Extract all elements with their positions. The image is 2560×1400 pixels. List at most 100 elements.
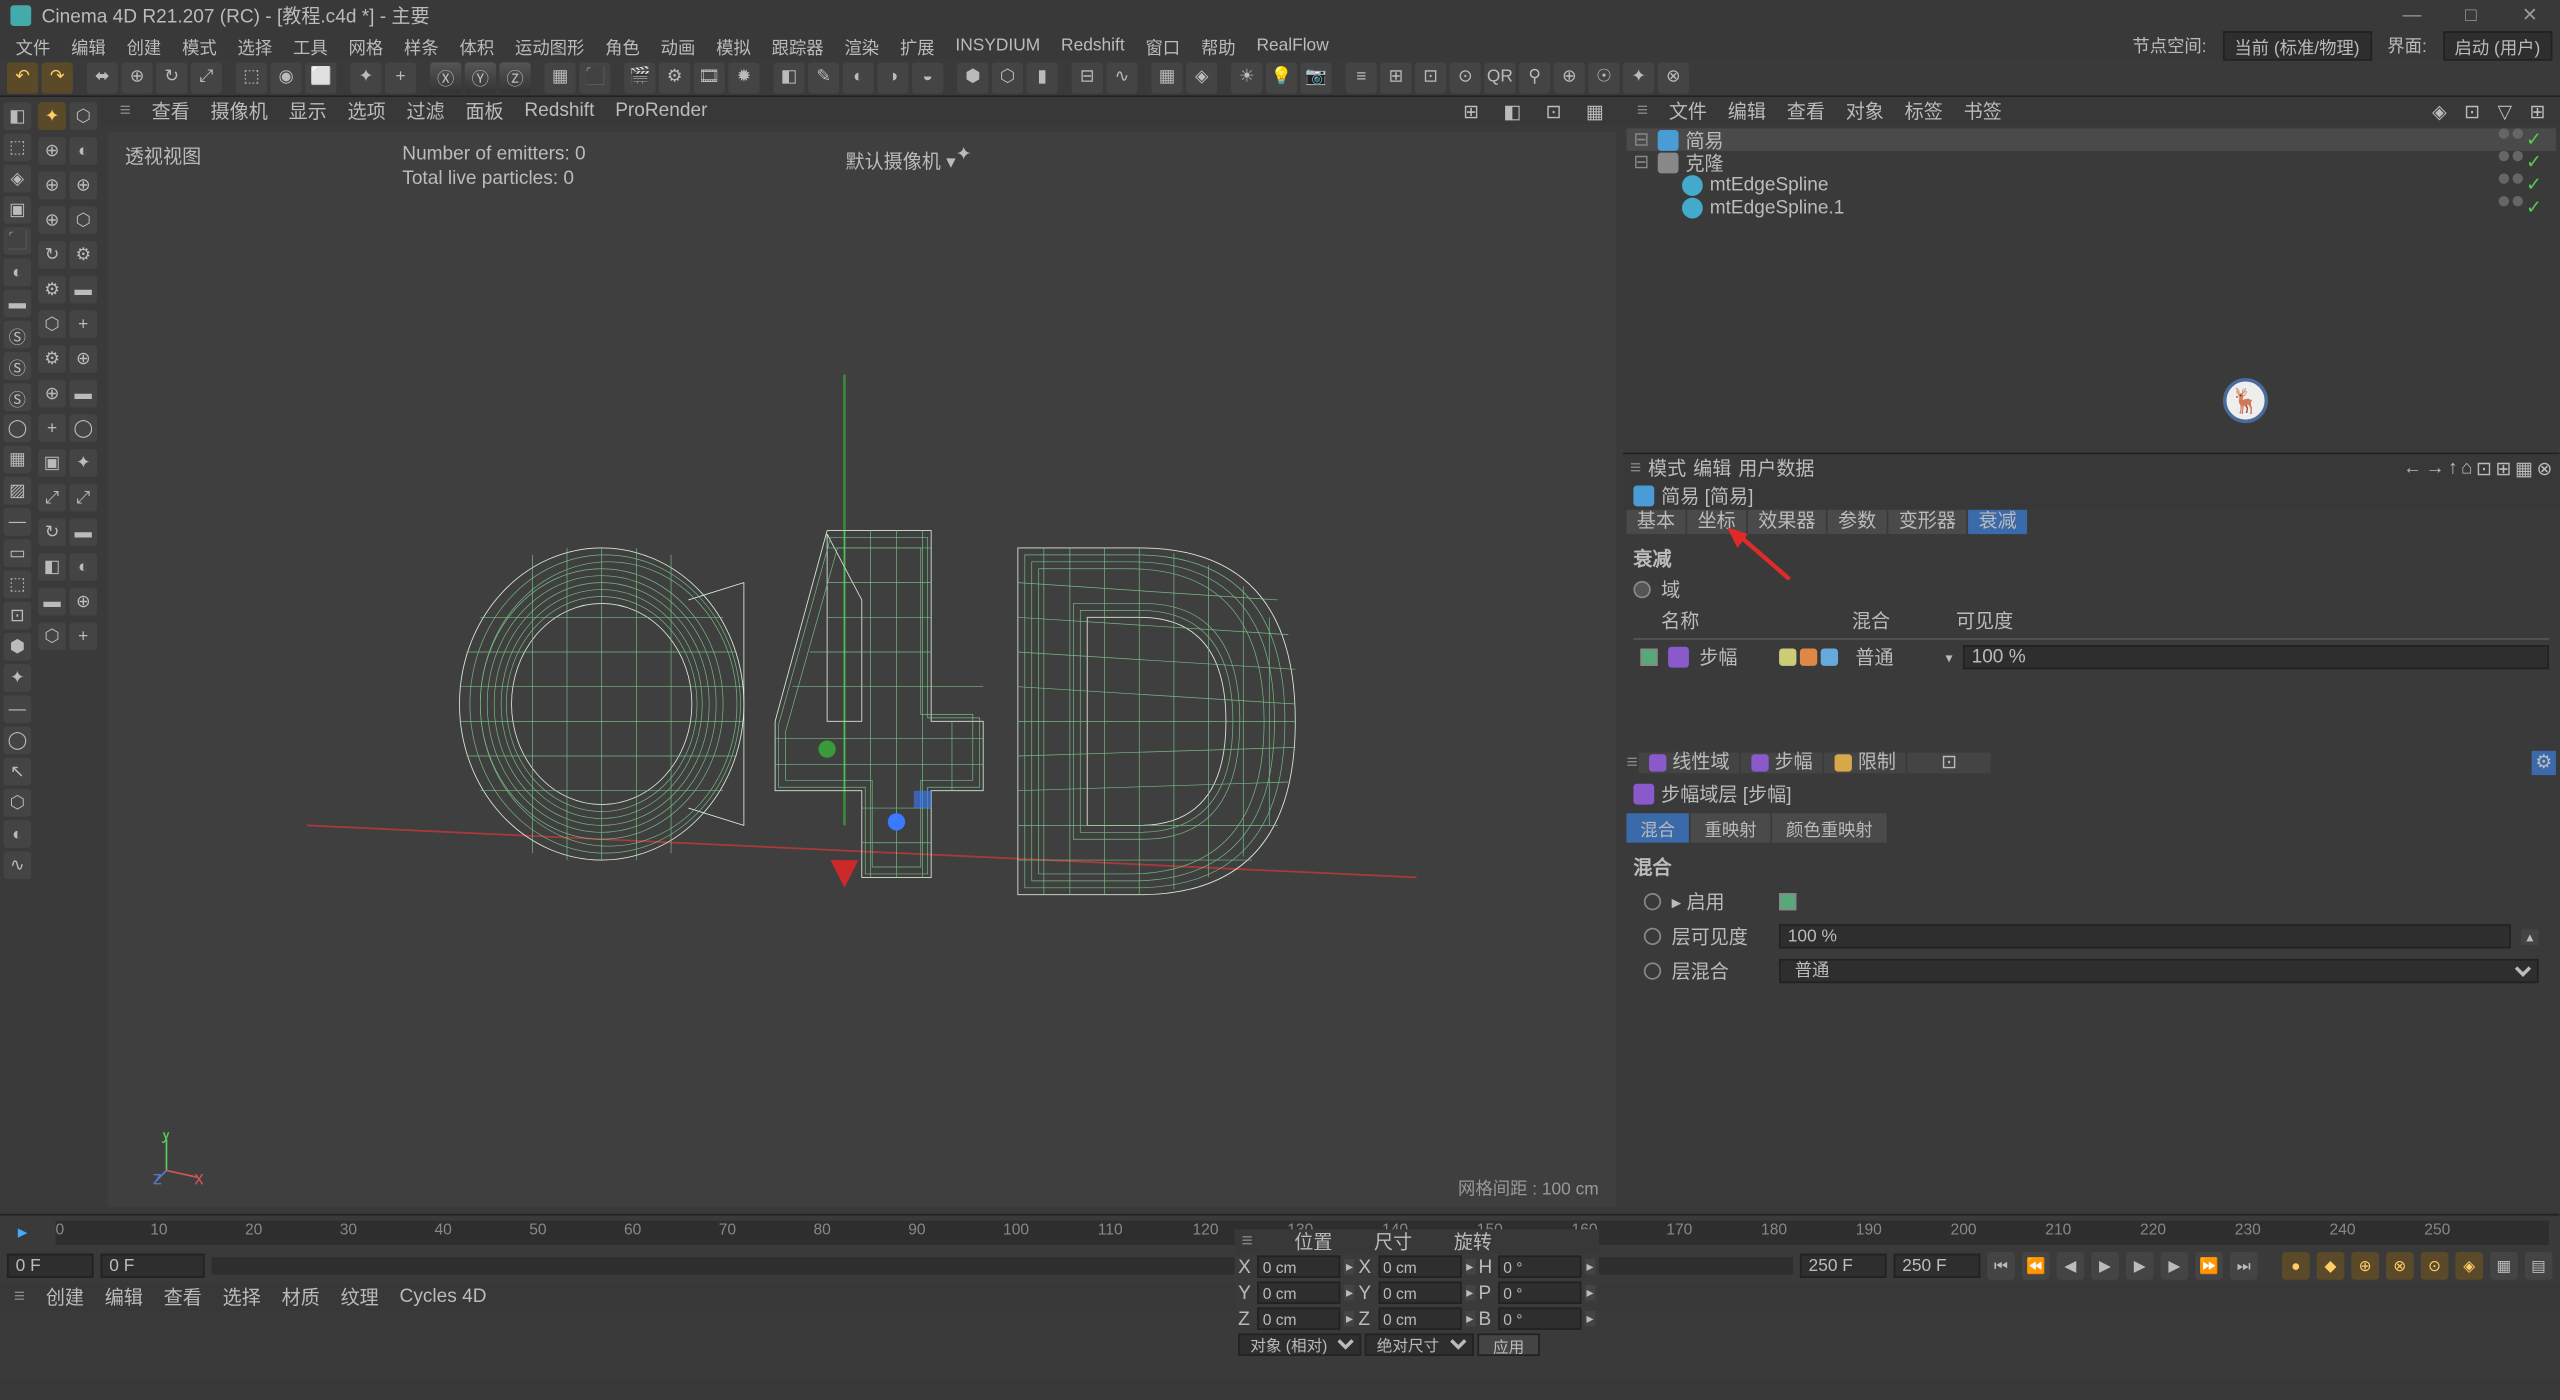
viewport-canvas[interactable]: 透视视图 默认摄像机 ▾✦ Number of emitters: 0Total… (108, 132, 1617, 1207)
toolbar-btn-48[interactable]: ⊞ (1380, 62, 1411, 93)
palette-btn-5-0[interactable]: ⚙ (38, 276, 66, 304)
attr-nav-icon[interactable]: ↑ (2448, 457, 2458, 480)
coord-rot-input[interactable] (1498, 1281, 1581, 1304)
menu-体积[interactable]: 体积 (451, 32, 503, 58)
toolbar-btn-29[interactable]: ◐ (843, 62, 874, 93)
menu-帮助[interactable]: 帮助 (1192, 32, 1244, 58)
matmgr-menu-选择[interactable]: 选择 (216, 1283, 268, 1311)
mode-btn-16[interactable]: ⊡ (3, 602, 31, 630)
object-row[interactable]: mtEdgeSpline.1✓ (1626, 196, 2555, 219)
object-row[interactable]: mtEdgeSpline✓ (1626, 173, 2555, 196)
mode-btn-24[interactable]: ∿ (3, 851, 31, 879)
palette-btn-15-1[interactable]: + (69, 623, 97, 651)
palette-btn-11-1[interactable]: ⤢ (69, 484, 97, 512)
palette-btn-2-0[interactable]: ⊕ (38, 172, 66, 200)
field-tab-2[interactable]: 限制 (1825, 753, 1906, 774)
toolbar-btn-53[interactable]: ⊕ (1554, 62, 1585, 93)
toolbar-btn-17[interactable]: Ⓩ (499, 62, 530, 93)
coord-pos-input[interactable] (1258, 1255, 1341, 1278)
toolbar-btn-12[interactable]: ✦ (350, 62, 381, 93)
toolbar-btn-45[interactable]: 📷 (1301, 62, 1332, 93)
palette-btn-11-0[interactable]: ⤢ (38, 484, 66, 512)
mode-btn-2[interactable]: ◈ (3, 165, 31, 193)
coord-apply-button[interactable]: 应用 (1477, 1333, 1539, 1356)
toolbar-btn-27[interactable]: ◧ (773, 62, 804, 93)
toolbar-btn-52[interactable]: ⚲ (1519, 62, 1550, 93)
palette-btn-15-0[interactable]: ⬡ (38, 623, 66, 651)
mode-btn-3[interactable]: ▣ (3, 196, 31, 224)
toolbar-btn-4[interactable]: ⊕ (121, 62, 152, 93)
vp-layout-icon[interactable]: ⊞ (1454, 100, 1487, 123)
menu-文件[interactable]: 文件 (7, 32, 59, 58)
objmgr-menu-标签[interactable]: 标签 (1898, 97, 1950, 125)
mode-btn-1[interactable]: ⬚ (3, 134, 31, 162)
toolbar-btn-5[interactable]: ↻ (156, 62, 187, 93)
layer-blend-select[interactable]: 普通 (1779, 959, 2538, 983)
key-pla-button[interactable]: ◈ (2455, 1252, 2483, 1280)
frame-range-end-input[interactable] (1894, 1254, 1981, 1278)
toolbar-btn-30[interactable]: ◑ (877, 62, 908, 93)
vp-layout-icon[interactable]: ◧ (1495, 100, 1530, 123)
mode-btn-10[interactable]: ◯ (3, 414, 31, 442)
close-button[interactable]: ✕ (2500, 0, 2559, 31)
field-tab-0[interactable]: 线性域 (1639, 753, 1740, 774)
mode-btn-15[interactable]: ⬚ (3, 570, 31, 598)
matmgr-menu-纹理[interactable]: 纹理 (334, 1283, 386, 1311)
toolbar-btn-40[interactable]: ▦ (1151, 62, 1182, 93)
menu-网格[interactable]: 网格 (340, 32, 392, 58)
palette-btn-7-0[interactable]: ⚙ (38, 345, 66, 373)
toolbar-btn-38[interactable]: ∿ (1106, 62, 1137, 93)
key-selection-button[interactable]: ▦ (2490, 1252, 2518, 1280)
objmgr-menu-文件[interactable]: 文件 (1662, 97, 1714, 125)
fields-radio[interactable] (1633, 581, 1650, 598)
objmgr-menu-查看[interactable]: 查看 (1780, 97, 1832, 125)
play-forward-button[interactable]: ▶ (2126, 1252, 2154, 1280)
attr-nav-icon[interactable]: ← (2403, 457, 2422, 480)
toolbar-btn-43[interactable]: ☀ (1231, 62, 1262, 93)
matmgr-menu-创建[interactable]: 创建 (39, 1283, 91, 1311)
palette-btn-4-1[interactable]: ⚙ (69, 241, 97, 269)
menu-窗口[interactable]: 窗口 (1137, 32, 1189, 58)
field-tab-1[interactable]: 步幅 (1742, 753, 1823, 774)
menu-RealFlow[interactable]: RealFlow (1248, 36, 1338, 55)
attr-menu-模式[interactable]: 模式 (1648, 454, 1686, 482)
toolbar-btn-37[interactable]: ⊟ (1072, 62, 1103, 93)
matmgr-menu-Cycles 4D[interactable]: Cycles 4D (393, 1287, 494, 1308)
layout-dropdown[interactable]: 启动 (用户) (2442, 30, 2552, 59)
toolbar-btn-13[interactable]: + (385, 62, 416, 93)
coord-rot-input[interactable] (1498, 1255, 1581, 1278)
attr-tab-参数[interactable]: 参数 (1828, 510, 1887, 534)
coord-rot-input[interactable] (1498, 1307, 1581, 1330)
toolbar-btn-41[interactable]: ◈ (1186, 62, 1217, 93)
toolbar-btn-34[interactable]: ⬡ (992, 62, 1023, 93)
menu-模式[interactable]: 模式 (173, 32, 225, 58)
toolbar-btn-44[interactable]: 💡 (1266, 62, 1297, 93)
mode-btn-18[interactable]: ✦ (3, 664, 31, 692)
toolbar-btn-16[interactable]: Ⓨ (465, 62, 496, 93)
menu-动画[interactable]: 动画 (652, 32, 704, 58)
vp-layout-icon[interactable]: ⊡ (1537, 100, 1570, 123)
vpmenu-过滤[interactable]: 过滤 (398, 97, 453, 125)
next-frame-button[interactable]: ▶ (2161, 1252, 2189, 1280)
menu-模拟[interactable]: 模拟 (707, 32, 759, 58)
attr-menu-编辑[interactable]: 编辑 (1693, 454, 1731, 482)
record-button[interactable]: ● (2282, 1252, 2310, 1280)
frame-end-input[interactable] (1800, 1254, 1887, 1278)
nodespace-dropdown[interactable]: 当前 (标准/物理) (2222, 30, 2372, 59)
toolbar-btn-1[interactable]: ↷ (42, 62, 73, 93)
toolbar-btn-10[interactable]: ⬜ (305, 62, 336, 93)
vpmenu-Redshift[interactable]: Redshift (516, 101, 603, 122)
toolbar-btn-15[interactable]: Ⓧ (430, 62, 461, 93)
palette-btn-1-1[interactable]: ◐ (69, 137, 97, 165)
key-rot-button[interactable]: ⊙ (2421, 1252, 2449, 1280)
menu-跟踪器[interactable]: 跟踪器 (763, 32, 832, 58)
attr-nav-icon[interactable]: ⊡ (2476, 457, 2492, 480)
mode-btn-14[interactable]: ▭ (3, 539, 31, 567)
goto-end-button[interactable]: ⏭ (2230, 1252, 2258, 1280)
attr-nav-icon[interactable]: ⊗ (2536, 457, 2552, 480)
attr-menu-用户数据[interactable]: 用户数据 (1738, 454, 1814, 482)
palette-btn-14-1[interactable]: ⊕ (69, 588, 97, 616)
palette-btn-6-1[interactable]: + (69, 310, 97, 338)
toolbar-btn-3[interactable]: ⬌ (87, 62, 118, 93)
palette-btn-9-1[interactable]: ◯ (69, 414, 97, 442)
